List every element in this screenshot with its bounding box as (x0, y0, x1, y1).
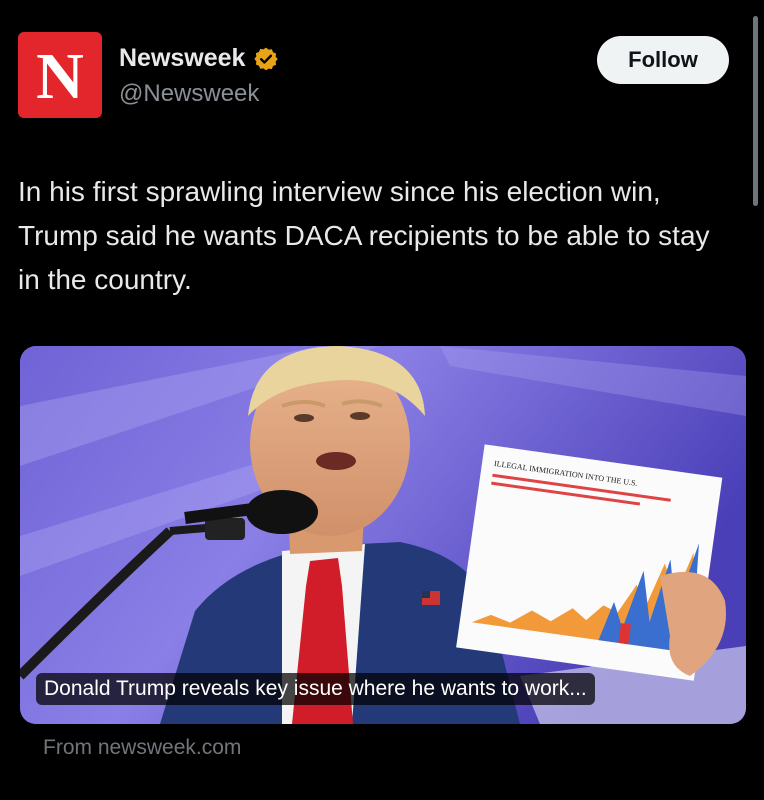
avatar-logo-letter: N (36, 40, 84, 113)
link-card-headline[interactable]: Donald Trump reveals key issue where he … (36, 673, 595, 705)
article-image: ILLEGAL IMMIGRATION INTO THE U.S. (20, 346, 746, 724)
link-source[interactable]: From newsweek.com (43, 736, 241, 760)
scrollbar[interactable] (753, 16, 758, 206)
link-card[interactable]: ILLEGAL IMMIGRATION INTO THE U.S. Donald… (20, 346, 746, 724)
account-handle[interactable]: @Newsweek (119, 80, 259, 108)
display-name[interactable]: Newsweek (119, 44, 245, 73)
follow-button[interactable]: Follow (597, 36, 729, 84)
tweet-text: In his first sprawling interview since h… (18, 176, 710, 295)
avatar[interactable]: N (18, 32, 102, 118)
verified-badge-icon (254, 47, 279, 70)
account-name-row: Newsweek (119, 44, 279, 73)
